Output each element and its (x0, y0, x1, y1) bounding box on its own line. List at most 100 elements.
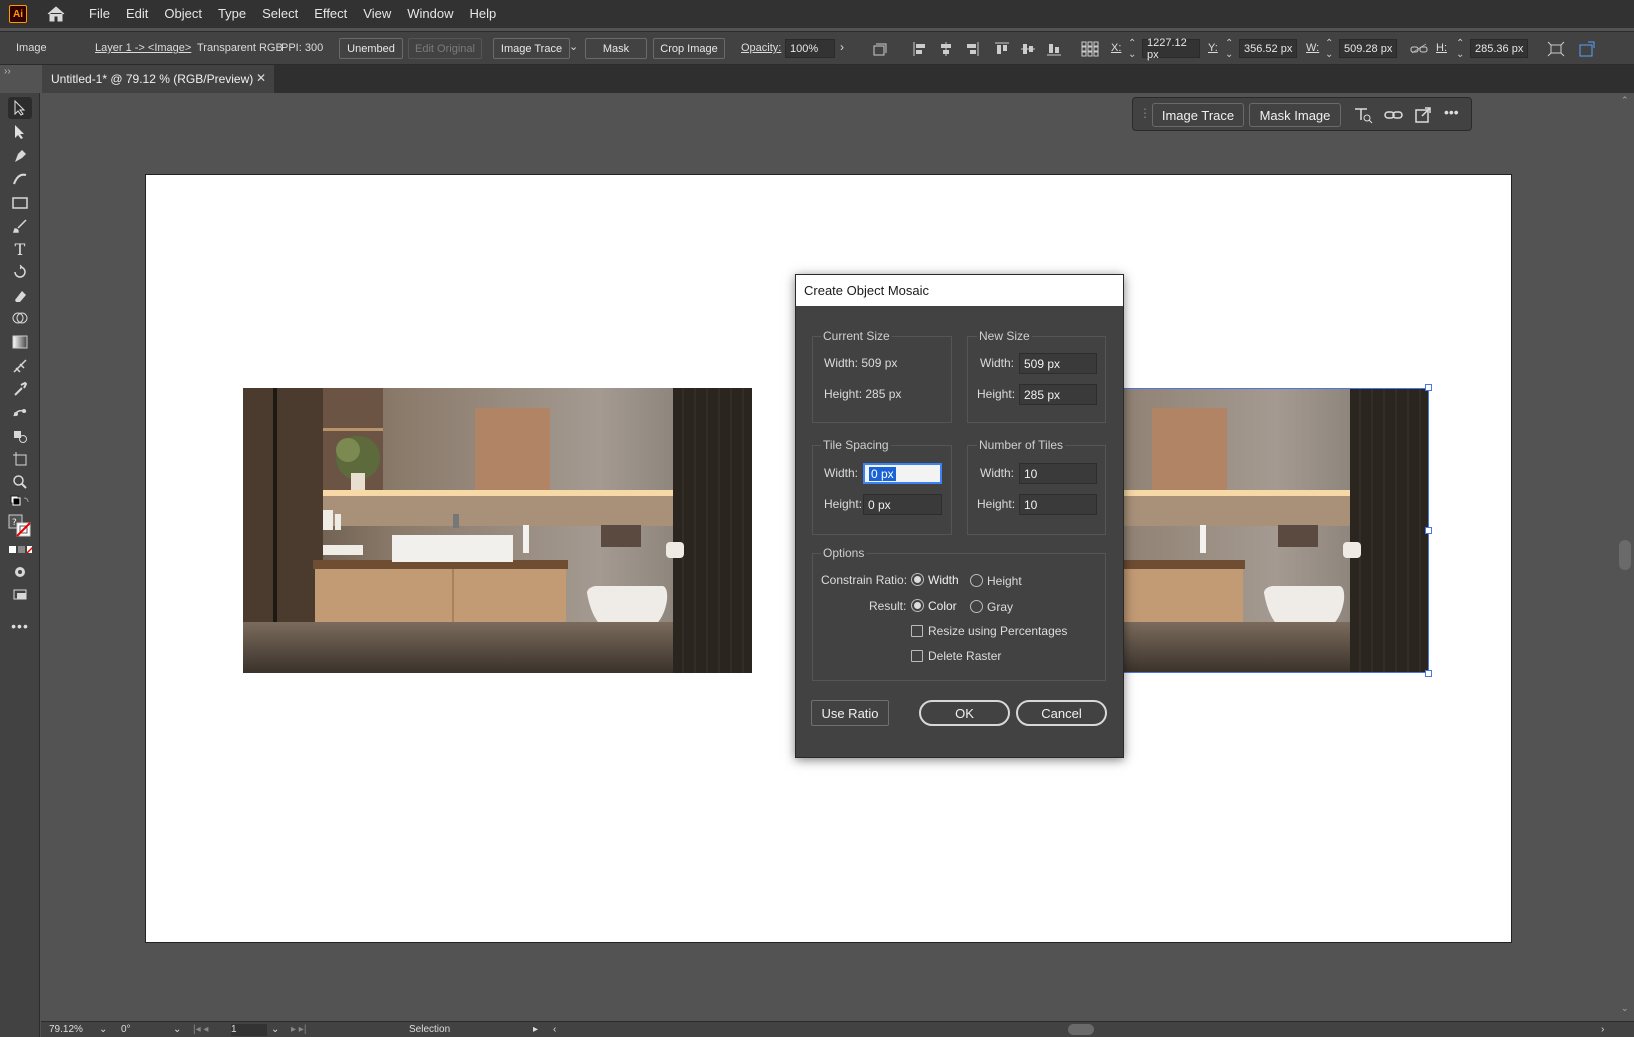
rotation-dropdown-icon[interactable]: ⌄ (173, 1024, 181, 1035)
reference-point-icon[interactable] (1081, 41, 1099, 57)
home-icon[interactable] (45, 4, 67, 24)
ctx-image-trace-button[interactable]: Image Trace (1152, 103, 1244, 127)
scroll-up-icon[interactable]: ⌃ (1621, 95, 1629, 106)
first-artboard-icon[interactable]: |◂ ◂ (193, 1024, 208, 1035)
selection-handle[interactable] (1425, 527, 1432, 534)
menu-select[interactable]: Select (254, 0, 306, 28)
gradient-tool-icon[interactable] (8, 331, 32, 353)
pen-tool-icon[interactable] (8, 145, 32, 167)
align-center-icon[interactable] (938, 41, 954, 57)
bathroom-image-original[interactable] (243, 388, 752, 673)
constrain-height-label[interactable]: Height (987, 574, 1022, 588)
h-input[interactable]: 285.36 px (1470, 39, 1528, 58)
opacity-arrow-icon[interactable]: › (840, 40, 844, 54)
direct-selection-tool-icon[interactable] (8, 121, 32, 143)
scroll-left-icon[interactable]: ‹ (553, 1024, 556, 1035)
new-width-input[interactable]: 509 px (1019, 353, 1097, 374)
align-left-icon[interactable] (912, 41, 928, 57)
fill-stroke-swatch-icon[interactable]: ? (8, 513, 32, 539)
edit-original-button[interactable]: Edit Original (408, 38, 482, 59)
selection-handle[interactable] (1425, 384, 1432, 391)
artboard-dropdown-icon[interactable]: ⌄ (271, 1024, 279, 1035)
align-bottom-icon[interactable] (1046, 41, 1062, 57)
result-gray-radio[interactable] (970, 600, 983, 613)
result-color-radio[interactable] (911, 599, 924, 612)
screen-mode-icon[interactable] (8, 584, 32, 606)
tiles-width-input[interactable]: 10 (1019, 463, 1097, 484)
align-middle-icon[interactable] (1020, 41, 1036, 57)
mask-button[interactable]: Mask (585, 38, 647, 59)
resize-percentages-checkbox[interactable] (911, 625, 923, 637)
link-icon[interactable] (1384, 106, 1404, 127)
menu-type[interactable]: Type (210, 0, 254, 28)
tiles-height-input[interactable]: 10 (1019, 494, 1097, 515)
mesh-tool-icon[interactable] (8, 355, 32, 377)
tile-spacing-height-input[interactable]: 0 px (863, 494, 942, 515)
trace-preset-icon[interactable] (1353, 106, 1373, 127)
document-tab[interactable]: Untitled-1* @ 79.12 % (RGB/Preview) ✕ (42, 65, 274, 93)
zoom-level[interactable]: 79.12% (49, 1024, 83, 1035)
menu-effect[interactable]: Effect (306, 0, 355, 28)
result-color-label[interactable]: Color (928, 599, 957, 613)
resize-percentages-label[interactable]: Resize using Percentages (928, 624, 1067, 638)
type-tool-icon[interactable]: T (8, 238, 32, 260)
image-trace-dropdown-icon[interactable]: ⌄ (569, 40, 585, 56)
collapse-panel-icon[interactable]: ›› (4, 66, 11, 77)
constrain-height-radio[interactable] (970, 574, 983, 587)
shape-builder-tool-icon[interactable] (8, 308, 32, 330)
constrain-link-icon[interactable] (1410, 41, 1428, 57)
rotation-value[interactable]: 0° (121, 1024, 131, 1035)
unembed-button[interactable]: Unembed (339, 38, 403, 59)
menu-file[interactable]: File (81, 0, 118, 28)
more-options-icon[interactable]: ••• (1444, 104, 1459, 120)
curvature-tool-icon[interactable] (8, 168, 32, 190)
menu-window[interactable]: Window (399, 0, 461, 28)
menu-edit[interactable]: Edit (118, 0, 156, 28)
rectangle-tool-icon[interactable] (8, 192, 32, 214)
menu-view[interactable]: View (355, 0, 399, 28)
opacity-input[interactable]: 100% (785, 39, 835, 58)
scroll-down-icon[interactable]: ⌄ (1621, 1003, 1629, 1014)
draw-mode-icon[interactable] (8, 561, 32, 583)
tile-spacing-width-input[interactable]: 0 px (863, 463, 942, 484)
more-tools-icon[interactable]: ••• (8, 615, 32, 637)
result-gray-label[interactable]: Gray (987, 600, 1013, 614)
discover-icon[interactable] (1578, 41, 1595, 57)
paintbrush-tool-icon[interactable] (8, 215, 32, 237)
new-height-input[interactable]: 285 px (1019, 384, 1097, 405)
artboard-number-input[interactable]: 1 (231, 1024, 267, 1036)
menu-object[interactable]: Object (156, 0, 210, 28)
menu-help[interactable]: Help (461, 0, 504, 28)
close-icon[interactable]: ✕ (256, 71, 266, 85)
delete-raster-checkbox[interactable] (911, 650, 923, 662)
use-ratio-button[interactable]: Use Ratio (811, 700, 889, 726)
transform-each-icon[interactable] (1547, 41, 1565, 57)
scroll-right-icon[interactable]: › (1601, 1024, 1604, 1035)
selection-tool-icon[interactable] (8, 97, 32, 119)
selection-handle[interactable] (1425, 670, 1432, 677)
artboard-tool-icon[interactable] (8, 448, 32, 470)
y-input[interactable]: 356.52 px (1239, 39, 1297, 58)
align-right-icon[interactable] (964, 41, 980, 57)
horizontal-scroll-thumb[interactable] (1068, 1024, 1094, 1035)
w-input[interactable]: 509.28 px (1339, 39, 1397, 58)
align-top-icon[interactable] (994, 41, 1010, 57)
expand-image-icon[interactable] (1414, 106, 1432, 127)
ctx-mask-image-button[interactable]: Mask Image (1249, 103, 1341, 127)
zoom-tool-icon[interactable] (8, 471, 32, 493)
image-trace-button[interactable]: Image Trace (493, 38, 570, 59)
vertical-scroll-thumb[interactable] (1619, 540, 1631, 570)
eyedropper-tool-icon[interactable] (8, 378, 32, 400)
ok-button[interactable]: OK (919, 700, 1010, 726)
eraser-tool-icon[interactable] (8, 285, 32, 307)
zoom-dropdown-icon[interactable]: ⌄ (99, 1024, 107, 1035)
drag-handle-icon[interactable]: ⋮ (1139, 106, 1151, 120)
delete-raster-label[interactable]: Delete Raster (928, 649, 1001, 663)
layer-path-link[interactable]: Layer 1 -> <Image> (95, 42, 191, 54)
x-input[interactable]: 1227.12 px (1142, 37, 1200, 61)
puppet-warp-tool-icon[interactable] (8, 401, 32, 423)
transform-icon[interactable] (872, 41, 888, 57)
constrain-width-radio[interactable] (911, 573, 924, 586)
constrain-width-label[interactable]: Width (928, 573, 959, 587)
rotate-tool-icon[interactable] (8, 261, 32, 283)
